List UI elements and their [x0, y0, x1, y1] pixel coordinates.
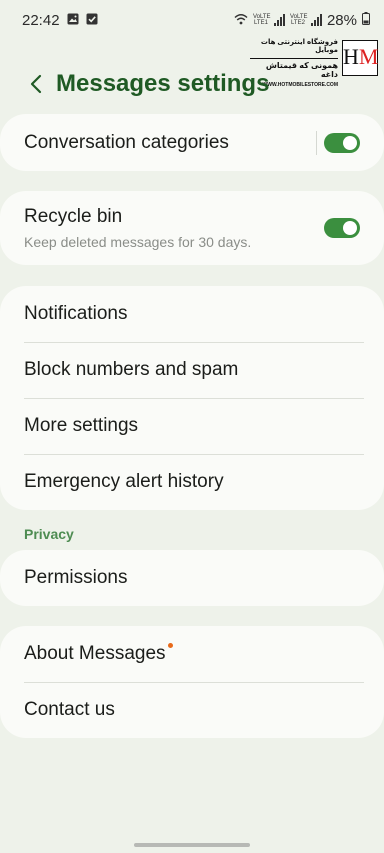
status-bar: 22:42 VoLTE LTE1 VoLTE LTE2 28% [0, 0, 384, 40]
back-button[interactable] [12, 60, 60, 108]
permissions-row[interactable]: Permissions [0, 550, 384, 606]
recycle-bin-label: Recycle bin [24, 206, 123, 227]
gallery-icon [67, 12, 79, 29]
contact-us-row[interactable]: Contact us [0, 682, 384, 738]
home-indicator[interactable] [134, 843, 250, 847]
app-header: Messages settings [0, 60, 384, 108]
recycle-bin-card: Recycle bin Keep deleted messages for 30… [0, 191, 384, 265]
page-title: Messages settings [56, 70, 270, 97]
status-left: 22:42 [22, 12, 98, 29]
about-messages-row[interactable]: About Messages [0, 626, 384, 682]
emergency-alert-history-row[interactable]: Emergency alert history [0, 454, 384, 510]
permissions-card: Permissions [0, 550, 384, 606]
chevron-left-icon [30, 74, 42, 94]
battery-percent: 28% [326, 11, 357, 29]
update-badge-dot [167, 642, 173, 648]
recycle-bin-toggle[interactable] [324, 218, 360, 238]
notifications-label: Notifications [24, 303, 128, 324]
settings-list-card: Notifications Block numbers and spam Mor… [0, 286, 384, 510]
checkbox-icon [86, 12, 98, 29]
block-numbers-row[interactable]: Block numbers and spam [0, 342, 384, 398]
signal-icon [310, 14, 322, 26]
clock: 22:42 [22, 11, 60, 29]
divider [316, 130, 317, 155]
notifications-row[interactable]: Notifications [0, 286, 384, 342]
sim2-label: VoLTE LTE2 [289, 14, 308, 26]
emergency-alert-history-label: Emergency alert history [24, 471, 224, 492]
contact-us-label: Contact us [24, 699, 115, 720]
status-right: VoLTE LTE1 VoLTE LTE2 28% [234, 11, 370, 29]
about-card: About Messages Contact us [0, 626, 384, 738]
watermark-line1: فروشگاه اینترنتی هات موبایل [260, 39, 338, 54]
sim1-label: VoLTE LTE1 [252, 14, 271, 26]
wifi-icon [234, 12, 248, 29]
about-messages-label: About Messages [24, 643, 166, 664]
block-numbers-label: Block numbers and spam [24, 359, 239, 380]
more-settings-row[interactable]: More settings [0, 398, 384, 454]
recycle-bin-description: Keep deleted messages for 30 days. [24, 234, 252, 250]
more-settings-label: More settings [24, 415, 139, 436]
battery-icon [362, 11, 370, 29]
recycle-bin-row[interactable]: Recycle bin Keep deleted messages for 30… [0, 191, 384, 265]
permissions-label: Permissions [24, 567, 128, 588]
conversation-categories-row[interactable]: Conversation categories [0, 114, 384, 171]
conversation-categories-toggle[interactable] [324, 132, 360, 153]
signal-icon [273, 14, 285, 26]
privacy-section-label: Privacy [24, 526, 74, 542]
conversation-categories-card: Conversation categories [0, 114, 384, 171]
conversation-categories-label: Conversation categories [24, 131, 229, 153]
